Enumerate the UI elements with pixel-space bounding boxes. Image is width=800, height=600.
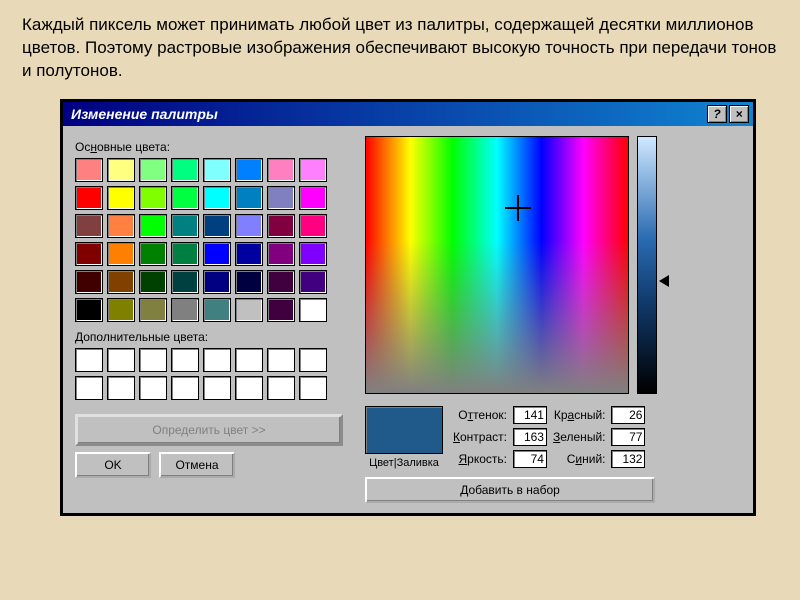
basic-color-swatch[interactable] <box>171 270 199 294</box>
luminance-arrow-icon <box>659 275 669 287</box>
custom-color-swatch[interactable] <box>203 376 231 400</box>
basic-color-swatch[interactable] <box>299 186 327 210</box>
basic-color-swatch[interactable] <box>267 270 295 294</box>
color-fields: Оттенок: Красный: Контраст: Зеленый: Ярк… <box>453 406 645 468</box>
custom-colors-label: Дополнительные цвета: <box>75 330 355 344</box>
green-input[interactable] <box>611 428 645 446</box>
basic-colors-label: Основные цвета: <box>75 140 355 154</box>
basic-color-swatch[interactable] <box>75 214 103 238</box>
basic-color-swatch[interactable] <box>171 186 199 210</box>
color-spectrum[interactable] <box>365 136 629 394</box>
custom-color-swatch[interactable] <box>139 376 167 400</box>
lum-input[interactable] <box>513 450 547 468</box>
luminance-bar[interactable] <box>637 136 657 394</box>
basic-color-swatch[interactable] <box>107 298 135 322</box>
basic-color-swatch[interactable] <box>139 242 167 266</box>
close-button[interactable]: × <box>729 105 749 123</box>
basic-color-swatch[interactable] <box>235 270 263 294</box>
basic-color-swatch[interactable] <box>299 214 327 238</box>
basic-color-swatch[interactable] <box>299 158 327 182</box>
basic-color-swatch[interactable] <box>139 214 167 238</box>
custom-color-swatch[interactable] <box>75 348 103 372</box>
basic-color-swatch[interactable] <box>107 158 135 182</box>
basic-color-swatch[interactable] <box>107 186 135 210</box>
custom-color-swatch[interactable] <box>267 376 295 400</box>
basic-color-swatch[interactable] <box>235 158 263 182</box>
color-dialog: Изменение палитры ? × Основные цвета: До… <box>60 99 756 516</box>
basic-color-swatch[interactable] <box>171 242 199 266</box>
basic-color-swatch[interactable] <box>203 298 231 322</box>
basic-color-swatch[interactable] <box>299 242 327 266</box>
add-to-custom-button[interactable]: Добавить в набор <box>365 477 655 503</box>
basic-color-swatch[interactable] <box>171 298 199 322</box>
basic-color-swatch[interactable] <box>171 214 199 238</box>
preview-label: Цвет|Заливка <box>365 457 443 469</box>
red-input[interactable] <box>611 406 645 424</box>
basic-color-swatch[interactable] <box>235 242 263 266</box>
basic-color-swatch[interactable] <box>267 214 295 238</box>
basic-color-swatch[interactable] <box>139 298 167 322</box>
ok-button[interactable]: OK <box>75 452 151 478</box>
basic-color-swatch[interactable] <box>107 270 135 294</box>
custom-colors-grid <box>75 348 355 400</box>
crosshair-icon <box>511 201 525 215</box>
basic-color-swatch[interactable] <box>235 214 263 238</box>
custom-color-swatch[interactable] <box>235 348 263 372</box>
help-button[interactable]: ? <box>707 105 727 123</box>
custom-color-swatch[interactable] <box>267 348 295 372</box>
dialog-body: Основные цвета: Дополнительные цвета: Оп… <box>63 126 753 513</box>
custom-color-swatch[interactable] <box>299 348 327 372</box>
basic-color-swatch[interactable] <box>267 242 295 266</box>
hue-label: Оттенок: <box>453 408 507 422</box>
sat-label: Контраст: <box>453 430 507 444</box>
basic-colors-grid <box>75 158 355 322</box>
blue-input[interactable] <box>611 450 645 468</box>
custom-color-swatch[interactable] <box>171 348 199 372</box>
basic-color-swatch[interactable] <box>299 298 327 322</box>
custom-color-swatch[interactable] <box>75 376 103 400</box>
basic-color-swatch[interactable] <box>139 158 167 182</box>
basic-color-swatch[interactable] <box>267 186 295 210</box>
cancel-button[interactable]: Отмена <box>159 452 235 478</box>
basic-color-swatch[interactable] <box>203 242 231 266</box>
basic-color-swatch[interactable] <box>75 158 103 182</box>
basic-color-swatch[interactable] <box>107 214 135 238</box>
green-label: Зеленый: <box>553 430 606 444</box>
page-description: Каждый пиксель может принимать любой цве… <box>0 0 800 91</box>
basic-color-swatch[interactable] <box>267 158 295 182</box>
custom-color-swatch[interactable] <box>139 348 167 372</box>
custom-color-swatch[interactable] <box>107 348 135 372</box>
hue-input[interactable] <box>513 406 547 424</box>
basic-color-swatch[interactable] <box>267 298 295 322</box>
define-color-button[interactable]: Определить цвет >> <box>75 414 343 446</box>
custom-color-swatch[interactable] <box>235 376 263 400</box>
basic-color-swatch[interactable] <box>203 158 231 182</box>
custom-color-swatch[interactable] <box>107 376 135 400</box>
basic-color-swatch[interactable] <box>235 186 263 210</box>
basic-color-swatch[interactable] <box>299 270 327 294</box>
red-label: Красный: <box>553 408 606 422</box>
basic-color-swatch[interactable] <box>203 214 231 238</box>
sat-input[interactable] <box>513 428 547 446</box>
basic-color-swatch[interactable] <box>171 158 199 182</box>
basic-color-swatch[interactable] <box>107 242 135 266</box>
basic-color-swatch[interactable] <box>203 186 231 210</box>
basic-color-swatch[interactable] <box>75 298 103 322</box>
custom-color-swatch[interactable] <box>171 376 199 400</box>
basic-color-swatch[interactable] <box>75 186 103 210</box>
basic-color-swatch[interactable] <box>75 242 103 266</box>
blue-label: Синий: <box>553 452 606 466</box>
basic-color-swatch[interactable] <box>139 186 167 210</box>
dialog-title: Изменение палитры <box>71 106 705 122</box>
custom-color-swatch[interactable] <box>203 348 231 372</box>
lum-label: Яркость: <box>453 452 507 466</box>
color-preview <box>365 406 443 454</box>
basic-color-swatch[interactable] <box>139 270 167 294</box>
titlebar: Изменение палитры ? × <box>63 102 753 126</box>
basic-color-swatch[interactable] <box>203 270 231 294</box>
basic-color-swatch[interactable] <box>75 270 103 294</box>
custom-color-swatch[interactable] <box>299 376 327 400</box>
basic-color-swatch[interactable] <box>235 298 263 322</box>
